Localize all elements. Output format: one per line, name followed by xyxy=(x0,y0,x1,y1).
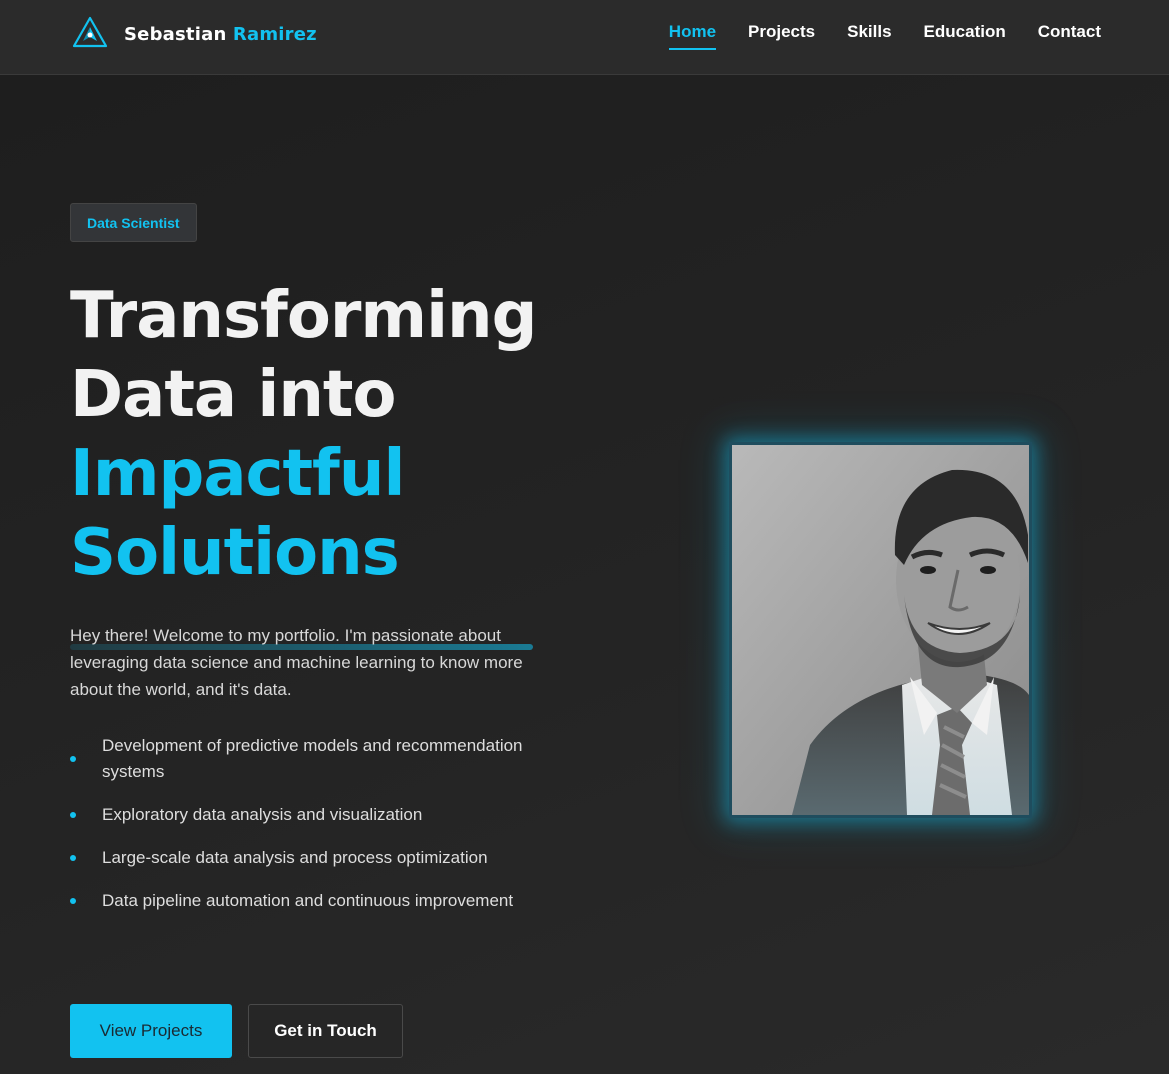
dot-icon xyxy=(70,898,76,904)
brand[interactable]: Sebastian Ramirez xyxy=(72,16,317,52)
hero-headline: Transforming Data into Impactful Solutio… xyxy=(70,277,537,593)
feature-text: Exploratory data analysis and visualizat… xyxy=(102,805,423,824)
feature-list: Development of predictive models and rec… xyxy=(70,733,550,931)
brand-last-name: Ramirez xyxy=(232,23,317,45)
triangle-logo-icon xyxy=(72,16,108,48)
view-projects-button[interactable]: View Projects xyxy=(70,1004,232,1058)
headline-line-2: Data into xyxy=(70,358,396,432)
feature-text: Large-scale data analysis and process op… xyxy=(102,848,488,867)
site-header: Sebastian Ramirez Home Projects Skills E… xyxy=(0,0,1169,75)
brand-first-name: Sebastian xyxy=(124,23,227,45)
profile-photo xyxy=(729,442,1032,818)
nav-education[interactable]: Education xyxy=(924,22,1006,50)
feature-item: Data pipeline automation and continuous … xyxy=(70,888,550,914)
hero-section: Data Scientist Transforming Data into Im… xyxy=(0,75,1169,1074)
feature-item: Development of predictive models and rec… xyxy=(70,733,550,785)
nav-skills[interactable]: Skills xyxy=(847,22,891,50)
nav-projects[interactable]: Projects xyxy=(748,22,815,50)
dot-icon xyxy=(70,812,76,818)
feature-item: Exploratory data analysis and visualizat… xyxy=(70,802,550,828)
feature-item: Large-scale data analysis and process op… xyxy=(70,845,550,871)
nav-home[interactable]: Home xyxy=(668,22,717,50)
headline-line-3: Impactful xyxy=(70,437,405,511)
headline-line-4: Solutions xyxy=(70,516,400,590)
role-badge: Data Scientist xyxy=(70,203,197,242)
nav-contact[interactable]: Contact xyxy=(1038,22,1101,50)
get-in-touch-button[interactable]: Get in Touch xyxy=(248,1004,403,1058)
feature-text: Development of predictive models and rec… xyxy=(102,736,523,781)
intro-text: Hey there! Welcome to my portfolio. I'm … xyxy=(70,626,523,699)
feature-text: Data pipeline automation and continuous … xyxy=(102,891,514,910)
dot-icon xyxy=(70,855,76,861)
main-nav: Home Projects Skills Education Contact xyxy=(668,22,1101,50)
dot-icon xyxy=(70,756,76,762)
brand-name: Sebastian Ramirez xyxy=(124,24,317,45)
headline-line-1: Transforming xyxy=(70,279,537,353)
portrait-image xyxy=(732,445,1029,815)
